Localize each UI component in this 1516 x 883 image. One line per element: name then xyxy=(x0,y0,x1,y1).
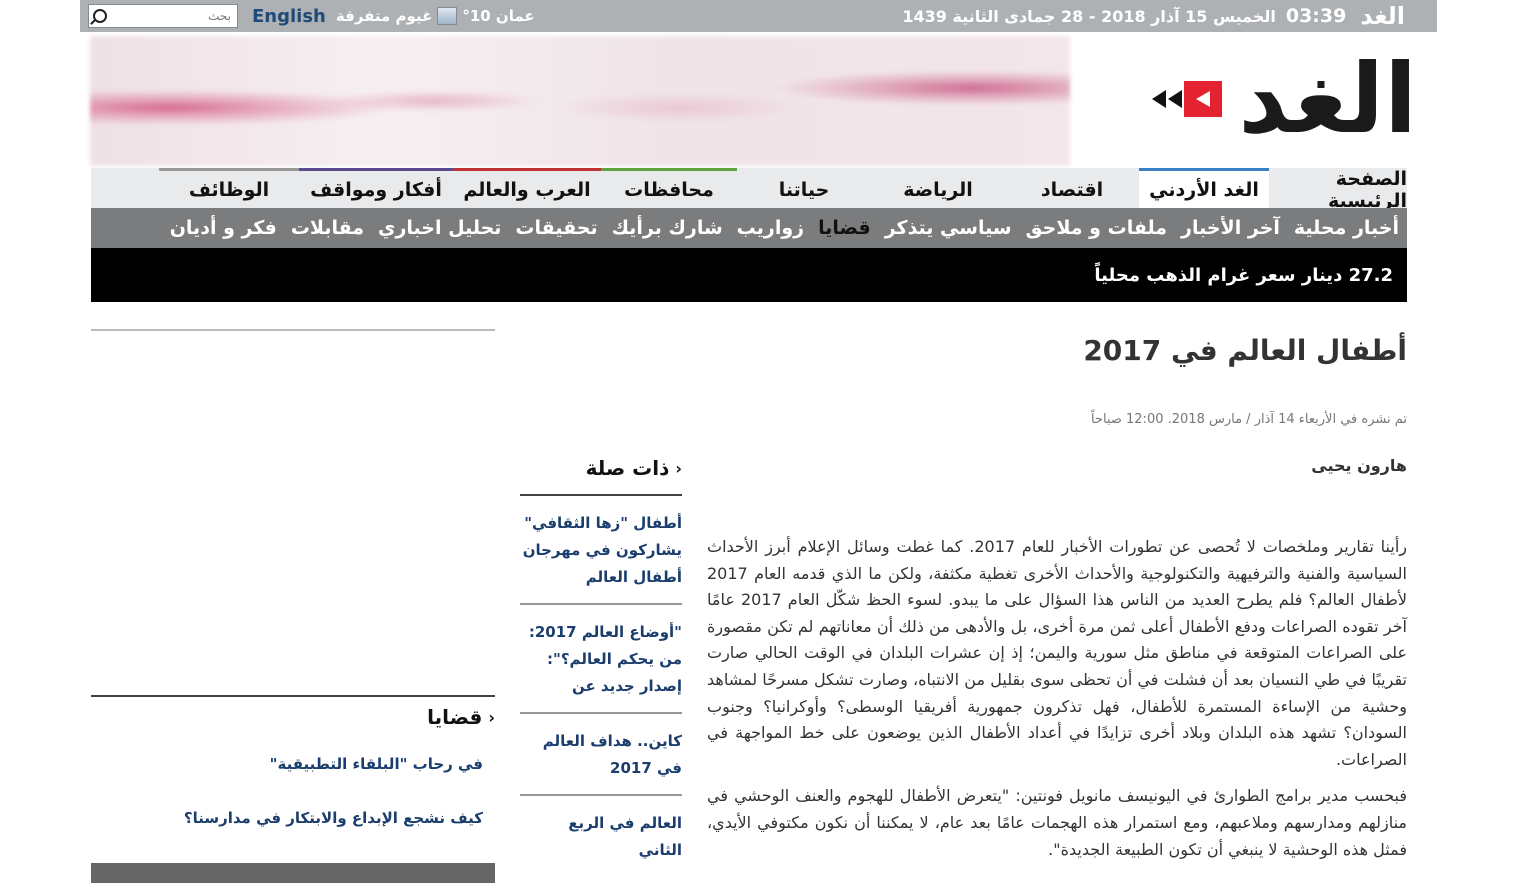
main-navigation: الصفحة الرئيسية الغد الأردني اقتصاد الرياضة… xyxy=(91,168,1407,212)
sub-nav-item[interactable]: آخر الأخبار xyxy=(1181,217,1280,239)
weather-description: غيوم متفرقة xyxy=(335,7,433,25)
news-ticker: 27.2 دينار سعر غرام الذهب محلياً xyxy=(91,248,1407,302)
sub-nav-item[interactable]: ملفات و ملاحق xyxy=(1026,217,1167,239)
sub-navigation: أخبار محلية آخر الأخبار ملفات و ملاحق سياسي… xyxy=(91,208,1407,248)
weather-icon xyxy=(437,7,458,25)
related-heading[interactable]: ‹ ذات صلة xyxy=(520,450,682,496)
current-time: 03:39 xyxy=(1285,5,1347,27)
sub-nav-item[interactable]: تحليل اخباري xyxy=(378,217,501,239)
site-logo-text: الغد xyxy=(1238,43,1417,155)
advertisement-banner[interactable] xyxy=(90,36,1070,166)
ticker-text[interactable]: 27.2 دينار سعر غرام الذهب محلياً xyxy=(1094,265,1393,286)
nav-item[interactable]: العرب والعالم xyxy=(453,168,601,208)
article-author[interactable]: هارون يحيى xyxy=(1311,456,1407,475)
sub-nav-item[interactable]: فكر و أديان xyxy=(170,217,277,239)
search-box[interactable] xyxy=(88,4,238,28)
sub-nav-item[interactable]: تحقيقات xyxy=(515,217,597,239)
sidebar-link[interactable]: في رحاب "البلقاء التطبيقية" xyxy=(91,737,495,791)
sub-nav-item[interactable]: سياسي يتذكر xyxy=(885,217,1012,239)
nav-item[interactable]: أفكار ومواقف xyxy=(299,168,453,208)
sidebar-heading[interactable]: ‹ قضايا xyxy=(91,697,495,737)
weather-widget: عمان 10° غيوم متفرقة xyxy=(336,7,535,25)
logo-play-icon xyxy=(1152,81,1228,117)
sub-nav-item[interactable]: مقابلات xyxy=(291,217,364,239)
nav-item[interactable]: الغد الأردني xyxy=(1139,168,1269,208)
header-banner: الغد xyxy=(80,32,1437,168)
nav-item[interactable]: حياتنا xyxy=(737,168,871,208)
sub-nav-item[interactable]: زواريب xyxy=(737,217,804,239)
nav-item[interactable]: الصفحة الرئيسية xyxy=(1269,168,1407,212)
nav-item[interactable]: الوظائف xyxy=(159,168,299,208)
nav-item[interactable]: اقتصاد xyxy=(1005,168,1139,208)
top-bar-tools: عمان 10° غيوم متفرقة English xyxy=(88,3,535,29)
sidebar-link[interactable]: كيف نشجع الإبداع والابتكار في مدارسنا؟ xyxy=(91,791,495,845)
related-item[interactable]: كاين.. هداف العالم في 2017 xyxy=(520,714,682,796)
nav-item[interactable]: الرياضة xyxy=(871,168,1005,208)
top-bar-logo[interactable]: الغد xyxy=(1360,2,1405,30)
sidebar: ‹ قضايا في رحاب "البلقاء التطبيقية" كيف … xyxy=(91,329,495,883)
article-body: رأينا تقارير وملخصات لا تُحصى عن تطورات … xyxy=(707,534,1407,873)
top-bar: الغد 03:39 الخميس 15 آذار 2018 - 28 جماد… xyxy=(80,0,1437,32)
article: أطفال العالم في 2017 تم نشره في الأربعاء… xyxy=(707,330,1407,859)
related-item[interactable]: أطفال "زها الثقافي" يشاركون في مهرجان أط… xyxy=(520,496,682,605)
sidebar-ad-space xyxy=(91,331,495,695)
weather-city-temp: عمان 10° xyxy=(462,7,535,25)
sidebar-bar xyxy=(91,863,495,883)
article-paragraph: رأينا تقارير وملخصات لا تُحصى عن تطورات … xyxy=(707,537,1408,769)
article-paragraph: فبحسب مدير برامج الطوارئ في اليونيسف مان… xyxy=(707,786,1407,859)
current-date: الخميس 15 آذار 2018 - 28 جمادى الثانية 1… xyxy=(902,6,1276,26)
english-link[interactable]: English xyxy=(252,6,326,27)
related-item[interactable]: العالم في الربع الثاني xyxy=(520,796,682,876)
sidebar-section: ‹ قضايا في رحاب "البلقاء التطبيقية" كيف … xyxy=(91,695,495,883)
sub-nav-item[interactable]: أخبار محلية xyxy=(1294,217,1399,239)
sub-nav-item[interactable]: قضايا xyxy=(818,217,871,239)
sub-nav-item[interactable]: شارك برأيك xyxy=(612,217,723,239)
related-item[interactable]: "أوضاع العالم 2017: من يحكم العالم؟": إص… xyxy=(520,605,682,714)
related-articles: ‹ ذات صلة أطفال "زها الثقافي" يشاركون في… xyxy=(520,450,682,876)
chevron-left-icon: ‹ xyxy=(675,458,682,478)
nav-item[interactable]: محافظات xyxy=(601,168,737,208)
sidebar-heading-label: قضايا xyxy=(427,705,483,729)
article-title: أطفال العالم في 2017 xyxy=(1083,334,1407,367)
site-logo[interactable]: الغد xyxy=(1117,44,1417,154)
article-meta: تم نشره في الأربعاء 14 آذار / مارس 2018.… xyxy=(1090,412,1407,427)
page: الغد 03:39 الخميس 15 آذار 2018 - 28 جماد… xyxy=(80,0,1437,883)
search-input[interactable] xyxy=(113,5,233,27)
search-icon[interactable] xyxy=(93,9,107,23)
related-heading-label: ذات صلة xyxy=(585,456,670,480)
chevron-left-icon: ‹ xyxy=(488,707,495,727)
